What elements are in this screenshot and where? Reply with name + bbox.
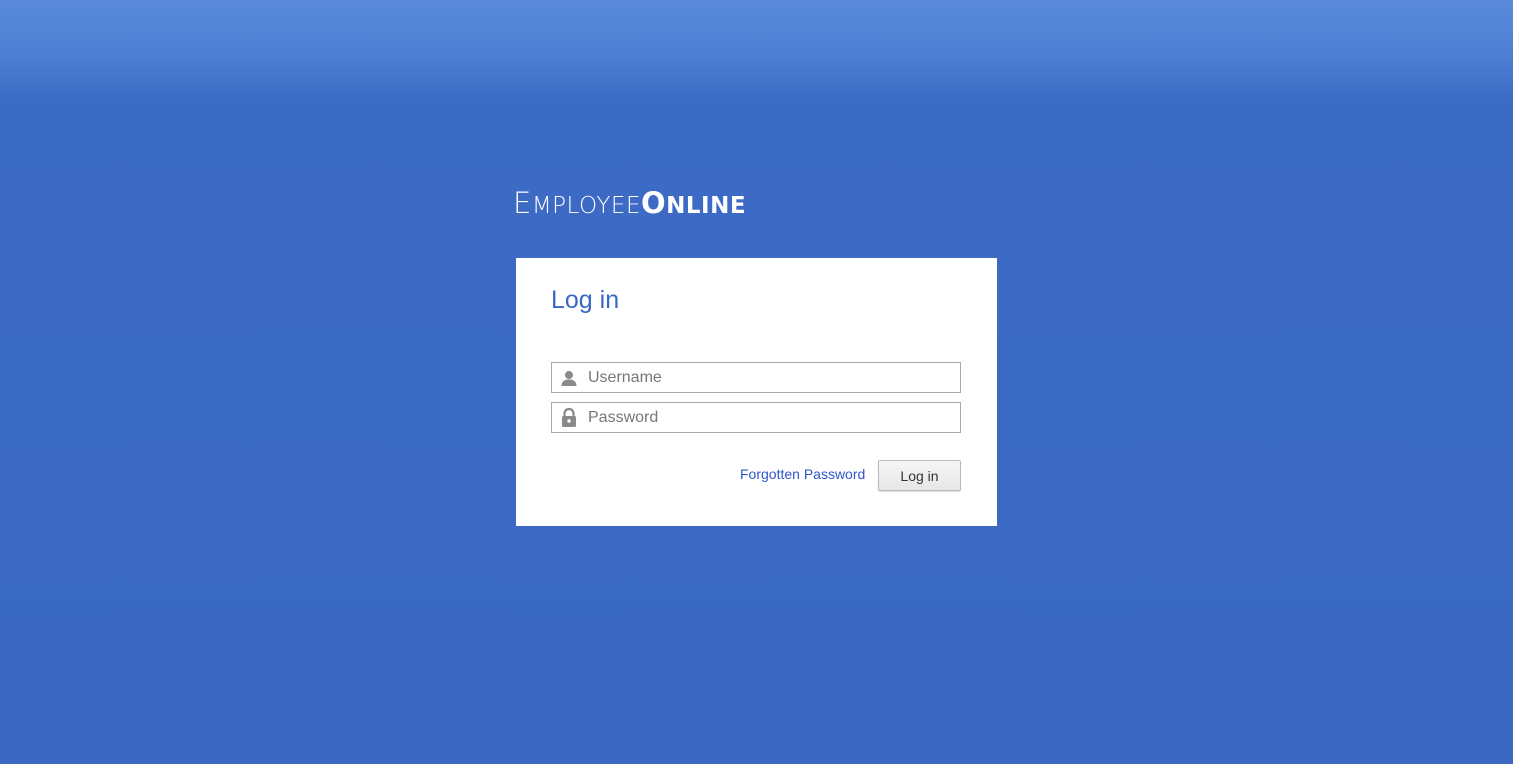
login-card: Log in Forgotten Password Log in (516, 258, 997, 526)
username-input[interactable] (588, 363, 956, 392)
lock-icon (562, 407, 576, 427)
password-field[interactable] (551, 402, 961, 433)
login-title: Log in (551, 286, 620, 314)
forgotten-password-link[interactable]: Forgotten Password (740, 466, 865, 482)
logo-word-online: ONLINE (641, 186, 747, 220)
logo-word-employee: EMPLOYEE (513, 186, 641, 220)
username-field[interactable] (551, 362, 961, 393)
password-input[interactable] (588, 403, 956, 432)
login-button[interactable]: Log in (878, 460, 961, 491)
user-icon (561, 371, 577, 386)
employee-online-logo: EMPLOYEEONLINE (513, 185, 746, 221)
